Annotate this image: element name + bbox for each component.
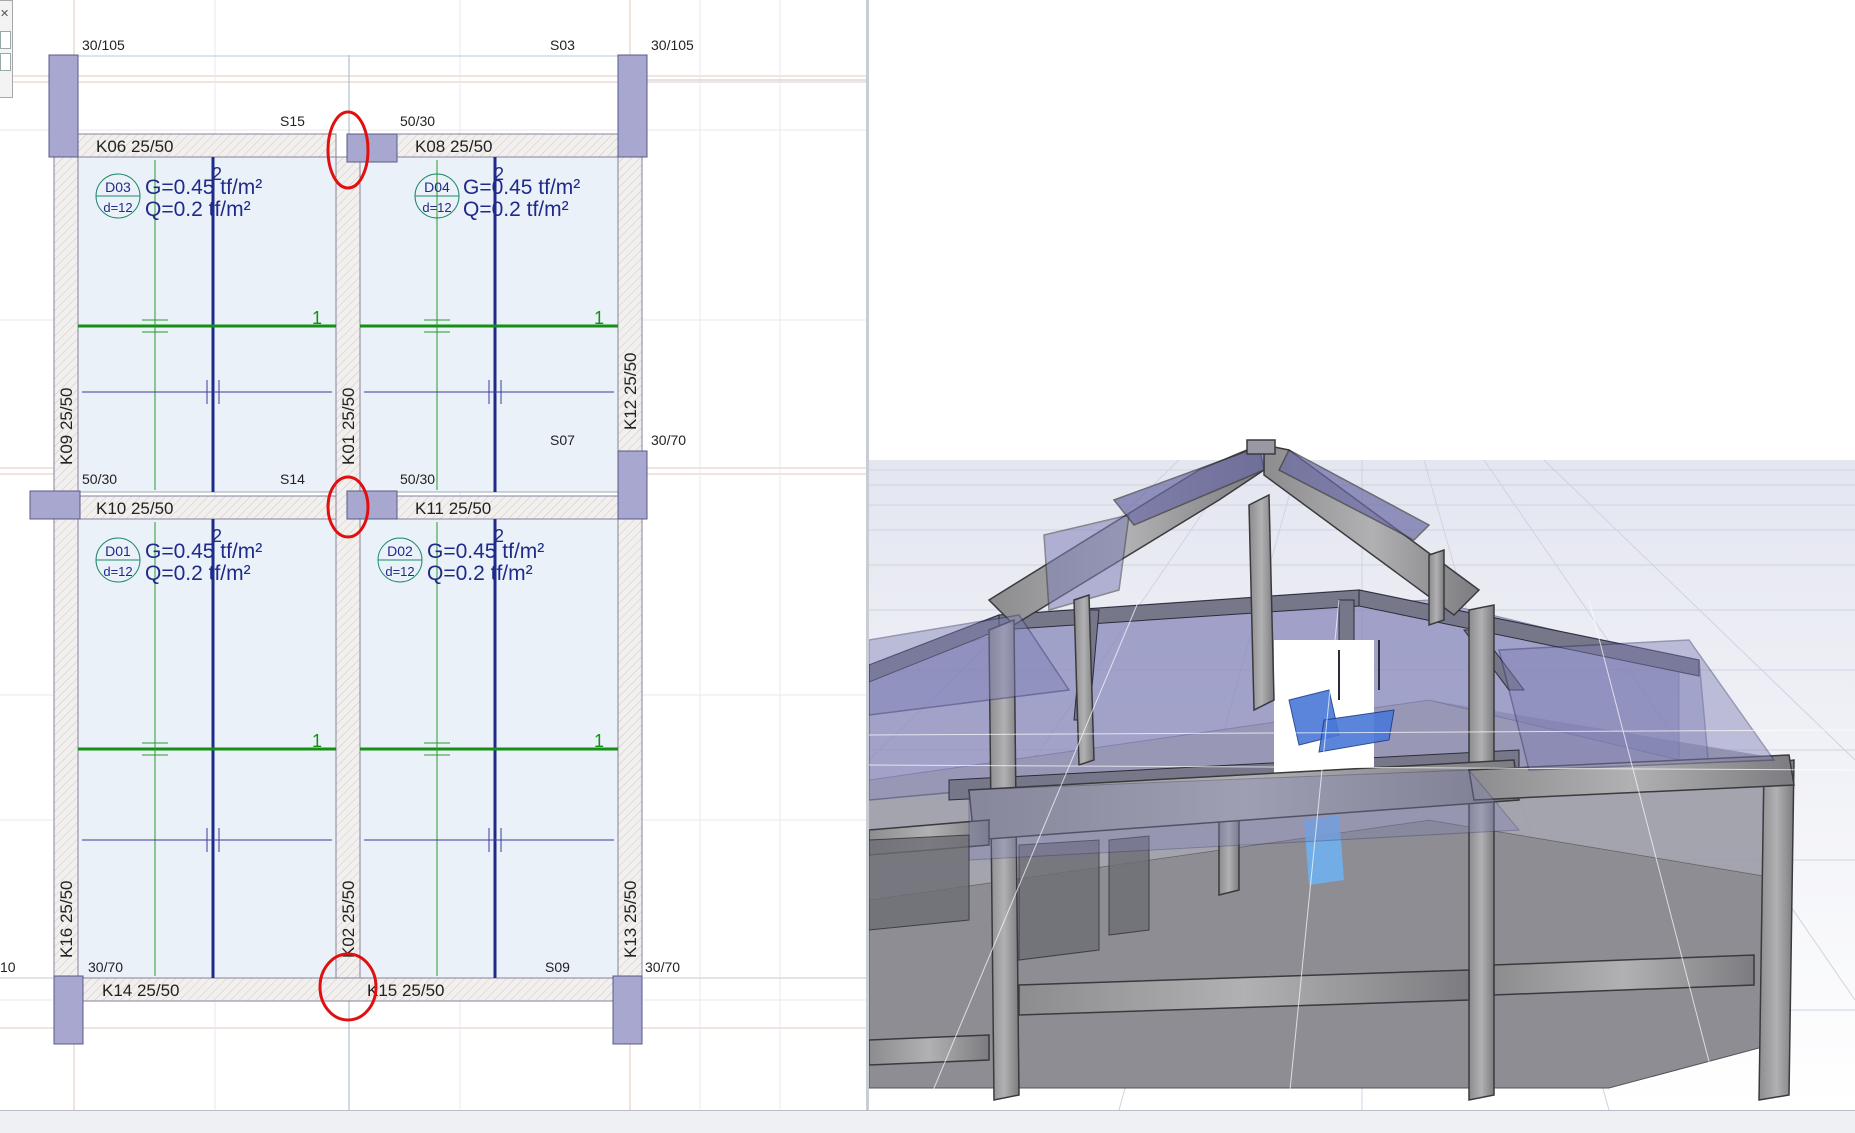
svg-text:2: 2 xyxy=(212,164,222,184)
slab-thickness: d=12 xyxy=(385,564,414,579)
beam-label-k14: K14 25/50 xyxy=(102,981,180,1000)
svg-text:1: 1 xyxy=(312,308,322,328)
slab-dead-load: G=0.45 tf/m² xyxy=(427,540,544,563)
slab-thickness: d=12 xyxy=(422,200,451,215)
column-id-s09: S09 xyxy=(545,959,570,975)
beam-label-k13: K13 25/50 xyxy=(621,880,640,958)
plan-canvas[interactable]: D03 d=12 G=0.45 tf/m² Q=0.2 tf/m² D04 d=… xyxy=(0,0,866,1110)
column-size-top-center: 50/30 xyxy=(400,113,435,129)
beam-label-k02: K02 25/50 xyxy=(339,880,358,958)
toolbar-button[interactable] xyxy=(0,53,11,71)
column-id-s14: S14 xyxy=(280,471,305,487)
column-id-s03: S03 xyxy=(550,37,575,53)
slab-thickness: d=12 xyxy=(103,564,132,579)
svg-text:1: 1 xyxy=(594,308,604,328)
beam-k12[interactable] xyxy=(617,156,643,979)
3d-model-render-icon xyxy=(869,439,1855,1110)
column-size-mid-right: 30/70 xyxy=(651,432,686,448)
toolbar-button[interactable] xyxy=(0,31,11,49)
floor-plan-view[interactable]: D03 d=12 G=0.45 tf/m² Q=0.2 tf/m² D04 d=… xyxy=(0,0,866,1110)
svg-text:1: 1 xyxy=(312,731,322,751)
slab-dead-load: G=0.45 tf/m² xyxy=(145,540,262,563)
slab-dead-load: G=0.45 tf/m² xyxy=(145,176,262,199)
column-mid-left[interactable] xyxy=(29,490,81,520)
column-size-top-left: 30/105 xyxy=(82,37,125,53)
column-id-s15: S15 xyxy=(280,113,305,129)
column-bottom-right[interactable] xyxy=(612,975,643,1045)
beam-label-k12: K12 25/50 xyxy=(621,352,640,430)
beam-label-k01: K01 25/50 xyxy=(339,387,358,465)
slab-live-load: Q=0.2 tf/m² xyxy=(427,562,533,585)
column-size-bottom-right: 30/70 xyxy=(645,959,680,975)
column-id-edge: 10 xyxy=(0,959,16,975)
column-bottom-left[interactable] xyxy=(53,975,84,1045)
slab-live-load: Q=0.2 tf/m² xyxy=(145,562,251,585)
column-size-mid-left: 50/30 xyxy=(82,471,117,487)
column-top-center[interactable] xyxy=(346,133,398,163)
beam-k09[interactable] xyxy=(53,156,79,979)
column-size-top-right: 30/105 xyxy=(651,37,694,53)
beam-label-k10: K10 25/50 xyxy=(96,499,174,518)
svg-text:2: 2 xyxy=(212,526,222,546)
slab-id: D04 xyxy=(424,179,450,195)
beam-label-k09: K09 25/50 xyxy=(57,387,76,465)
slab-id: D03 xyxy=(105,179,131,195)
close-icon[interactable]: ✕ xyxy=(0,9,9,20)
slab-id: D01 xyxy=(105,543,131,559)
column-top-right[interactable] xyxy=(617,54,648,158)
beam-k01[interactable] xyxy=(335,156,361,979)
slab-dead-load: G=0.45 tf/m² xyxy=(463,176,580,199)
slab-id: D02 xyxy=(387,543,413,559)
beam-label-k16: K16 25/50 xyxy=(57,880,76,958)
3d-model-view[interactable] xyxy=(869,0,1855,1110)
svg-text:1: 1 xyxy=(594,731,604,751)
slab-thickness: d=12 xyxy=(103,200,132,215)
column-size-mid-center: 50/30 xyxy=(400,471,435,487)
floating-toolbar[interactable]: ✕ xyxy=(0,0,13,98)
slab-live-load: Q=0.2 tf/m² xyxy=(145,198,251,221)
beam-label-k08: K08 25/50 xyxy=(415,137,493,156)
column-top-left[interactable] xyxy=(48,54,79,158)
column-mid-center[interactable] xyxy=(346,490,398,520)
svg-text:2: 2 xyxy=(494,526,504,546)
column-id-s07: S07 xyxy=(550,432,575,448)
column-size-bottom-left: 30/70 xyxy=(88,959,123,975)
beam-label-k06: K06 25/50 xyxy=(96,137,174,156)
beam-label-k11: K11 25/50 xyxy=(415,499,491,518)
svg-text:2: 2 xyxy=(494,164,504,184)
beam-label-k15: K15 25/50 xyxy=(367,981,445,1000)
column-mid-right[interactable] xyxy=(617,450,648,520)
slab-live-load: Q=0.2 tf/m² xyxy=(463,198,569,221)
status-bar xyxy=(0,1110,1855,1133)
